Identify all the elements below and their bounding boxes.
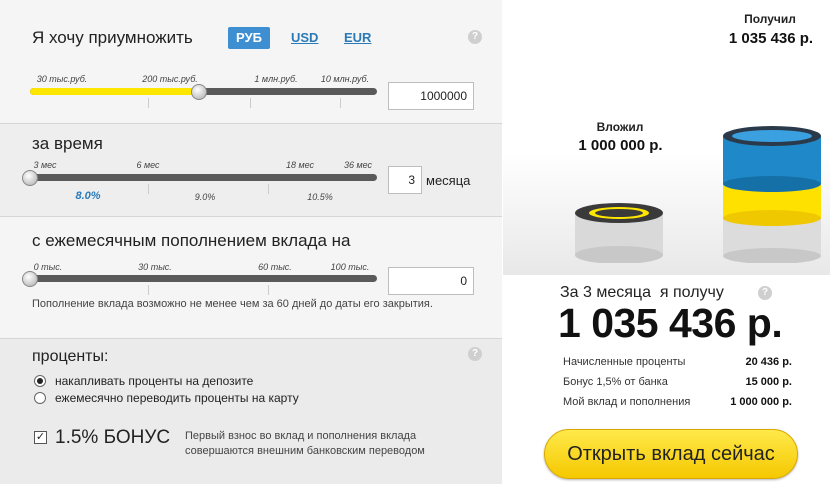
bank-bonus-value: 15 000 р. (745, 376, 792, 388)
interest-heading: проценты: (32, 348, 109, 365)
topup-tick: 60 тыс. (258, 262, 292, 272)
calculator-panel: Я хочу приумножить РУБ USD EUR ? 30 тыс.… (0, 0, 502, 484)
divider (268, 285, 269, 295)
result-total: 1 035 436 р. (558, 300, 783, 346)
amount-tick: 200 тыс.руб. (142, 74, 198, 84)
help-icon[interactable]: ? (758, 286, 772, 300)
amount-tick: 10 млн.руб. (320, 74, 370, 84)
topup-note: Пополнение вклада возможно не менее чем … (32, 298, 433, 310)
bonus-note-line-2: совершаются внешним банковским переводом (185, 445, 425, 457)
radio-accumulate[interactable] (34, 375, 46, 387)
term-tick: 18 мес (285, 160, 315, 170)
invested-cylinder (575, 203, 663, 263)
term-slider-handle[interactable] (22, 170, 38, 186)
divider (148, 184, 149, 194)
term-slider-track[interactable] (30, 174, 377, 181)
bonus-checkbox[interactable]: ✓ (34, 431, 47, 444)
amount-tick: 1 млн.руб. (254, 74, 298, 84)
divider (148, 285, 149, 295)
accrued-interest-value: 20 436 р. (745, 356, 792, 368)
amount-input[interactable]: 1000000 (388, 82, 474, 110)
currency-rub-tab[interactable]: РУБ (228, 27, 270, 49)
divider (268, 184, 269, 194)
amount-heading: Я хочу приумножить (32, 28, 193, 47)
got-cylinder (723, 126, 821, 263)
term-heading: за время (32, 134, 103, 153)
topup-tick: 0 тыс. (33, 262, 63, 272)
radio-transfer-to-card[interactable] (34, 392, 46, 404)
radio-transfer-label[interactable]: ежемесячно переводить проценты на карту (55, 391, 299, 405)
accrued-interest-label: Начисленные проценты (563, 356, 686, 368)
term-unit: месяца (426, 173, 471, 188)
bonus-note-line-1: Первый взнос во вклад и пополнения вклад… (185, 430, 417, 442)
divider (148, 98, 149, 108)
help-icon[interactable]: ? (468, 347, 482, 361)
term-rate: 8.0% (75, 190, 101, 202)
term-tick: 6 мес (136, 160, 160, 170)
divider (340, 98, 341, 108)
topup-slider-track[interactable] (30, 275, 377, 282)
currency-eur-tab[interactable]: EUR (336, 27, 379, 49)
term-rate: 10.5% (307, 192, 333, 202)
deposit-total-value: 1 000 000 р. (730, 396, 792, 408)
term-tick: 3 мес (33, 160, 57, 170)
term-input[interactable]: 3 (388, 166, 422, 194)
topup-tick: 30 тыс. (138, 262, 172, 272)
topup-tick: 100 тыс. (330, 262, 370, 272)
topup-section: с ежемесячным пополнением вклада на 0 ты… (0, 217, 502, 339)
help-icon[interactable]: ? (468, 30, 482, 44)
deposit-cylinders-illustration (575, 126, 821, 263)
term-tick: 36 мес (343, 160, 373, 170)
term-rate: 9.0% (194, 192, 216, 202)
got-label: Получил (744, 12, 796, 26)
topup-heading: с ежемесячным пополнением вклада на (32, 231, 351, 250)
bonus-label: 1.5% БОНУС (55, 427, 171, 448)
interest-section: проценты: ? накапливать проценты на депо… (0, 339, 502, 484)
divider (250, 98, 251, 108)
topup-input[interactable]: 0 (388, 267, 474, 295)
radio-accumulate-label[interactable]: накапливать проценты на депозите (55, 374, 253, 388)
amount-section: Я хочу приумножить РУБ USD EUR ? 30 тыс.… (0, 0, 502, 124)
currency-usd-tab[interactable]: USD (283, 27, 326, 49)
amount-slider-fill (30, 88, 200, 95)
amount-slider-handle[interactable] (191, 84, 208, 100)
amount-tick: 30 тыс.руб. (36, 74, 88, 84)
deposit-total-label: Мой вклад и пополнения (563, 396, 691, 408)
open-deposit-button[interactable]: Открыть вклад сейчас (544, 429, 798, 479)
term-section: за время 3 мес 6 мес 18 мес 36 мес 8.0% … (0, 124, 502, 217)
topup-slider-handle[interactable] (22, 271, 38, 287)
got-value: 1 035 436 р. (728, 30, 814, 47)
bank-bonus-label: Бонус 1,5% от банка (563, 376, 668, 388)
